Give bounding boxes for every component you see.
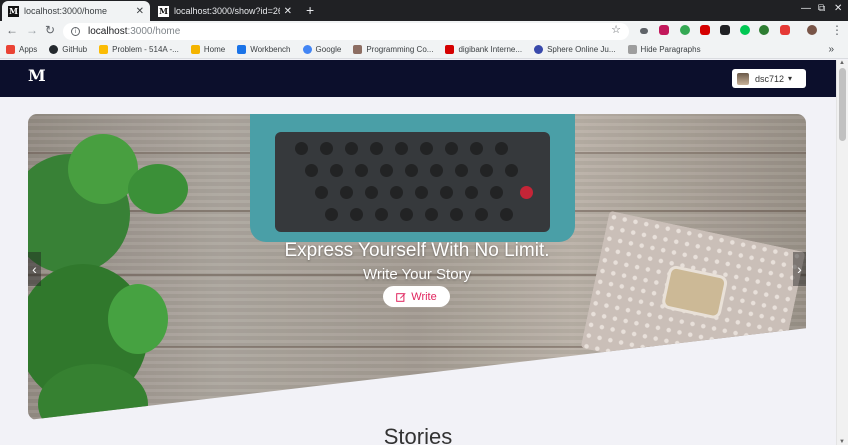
user-dropdown-button[interactable]: dsc712 ▾	[732, 69, 806, 88]
codeforces-icon	[99, 45, 109, 54]
avatar	[737, 72, 749, 85]
workbench-icon	[237, 45, 247, 54]
edit-icon	[396, 292, 406, 302]
apps-grid-icon	[6, 45, 15, 54]
bookmark-label: Programming Co...	[366, 45, 434, 54]
carousel-prev-button[interactable]: ‹	[28, 252, 41, 286]
write-label: Write	[411, 290, 437, 303]
profile-avatar-icon[interactable]	[807, 25, 817, 35]
close-tab-icon[interactable]: ✕	[136, 6, 144, 17]
address-bar[interactable]: i localhost:3000/home ☆	[63, 23, 629, 40]
bookmark-label: Hide Paragraphs	[640, 45, 701, 54]
bookmark-label: digibank Interne...	[458, 45, 523, 54]
extension-icon[interactable]	[740, 25, 750, 35]
bookmark-star-icon[interactable]: ☆	[611, 23, 621, 36]
bookmarks-bar: Apps GitHub Problem - 514A -... Home Wor…	[0, 41, 848, 59]
brand-logo[interactable]: M	[28, 66, 46, 85]
bookmark-label: Sphere Online Ju...	[547, 45, 616, 54]
extension-icon[interactable]	[759, 25, 769, 35]
folder-icon	[190, 45, 200, 54]
extension-icon[interactable]	[680, 25, 690, 35]
tab-title: localhost:3000/show?id=26	[174, 6, 280, 16]
menu-dots-icon[interactable]: ⋮	[831, 23, 843, 37]
bookmark-google[interactable]: Google	[302, 45, 342, 54]
medium-favicon-icon: M	[158, 5, 169, 17]
extension-icon[interactable]	[720, 25, 730, 35]
tab-home[interactable]: M localhost:3000/home ✕	[2, 1, 150, 21]
extension-icon[interactable]	[640, 28, 648, 34]
bookmark-programming[interactable]: Programming Co...	[353, 45, 433, 54]
google-icon	[302, 45, 312, 54]
extension-icon[interactable]	[780, 25, 790, 35]
stories-heading: Stories	[383, 424, 453, 445]
forward-arrow-icon[interactable]: →	[26, 23, 38, 37]
bookmark-label: Google	[315, 45, 342, 54]
extension-icon[interactable]	[659, 25, 669, 35]
bookmark-label: Problem - 514A -...	[112, 45, 179, 54]
sphere-icon	[534, 45, 544, 54]
bookmark-workbench[interactable]: Workbench	[237, 45, 291, 54]
medium-favicon-icon: M	[8, 5, 19, 17]
close-window-icon[interactable]: ✕	[834, 3, 842, 14]
reload-icon[interactable]: ↻	[45, 23, 55, 37]
bookmark-home[interactable]: Home	[190, 45, 226, 54]
bookmark-sphere[interactable]: Sphere Online Ju...	[534, 45, 616, 54]
page-icon	[627, 45, 637, 54]
bookmark-apps[interactable]: Apps	[6, 45, 37, 54]
github-icon	[49, 45, 59, 54]
bookmark-problem[interactable]: Problem - 514A -...	[99, 45, 179, 54]
tab-strip: M localhost:3000/home ✕ M localhost:3000…	[0, 0, 848, 21]
hero-carousel: Express Yourself With No Limit. Write Yo…	[28, 114, 806, 420]
hero-subtitle: Write Your Story	[362, 266, 472, 283]
restore-icon[interactable]: ⧉	[818, 3, 825, 14]
back-arrow-icon[interactable]: ←	[6, 23, 18, 37]
new-tab-button[interactable]: +	[306, 2, 314, 18]
bookmark-hide-paragraphs[interactable]: Hide Paragraphs	[627, 45, 701, 54]
bookmark-github[interactable]: GitHub	[49, 45, 87, 54]
tab-show[interactable]: M localhost:3000/show?id=26 ✕	[152, 1, 298, 21]
extension-icon[interactable]	[700, 25, 710, 35]
carousel-next-button[interactable]: ›	[793, 252, 806, 286]
code-icon	[353, 45, 363, 54]
site-navbar: M dsc712 ▾	[0, 60, 836, 97]
bookmark-label: Home	[203, 45, 226, 54]
scroll-down-icon[interactable]: ▼	[839, 439, 845, 445]
url-host: localhost	[88, 26, 128, 37]
page-scrollbar[interactable]: ▲ ▼	[836, 60, 848, 445]
chevron-down-icon: ▾	[788, 74, 793, 83]
scroll-up-icon[interactable]: ▲	[839, 60, 845, 66]
bookmark-label: Apps	[19, 45, 38, 54]
tab-title: localhost:3000/home	[24, 6, 108, 16]
url-path: :3000/home	[127, 26, 181, 37]
bookmark-label: Workbench	[250, 45, 291, 54]
web-page: M dsc712 ▾ Express Yourself With No Limi…	[0, 60, 836, 445]
close-tab-icon[interactable]: ✕	[284, 6, 292, 17]
bookmark-label: GitHub	[62, 45, 88, 54]
digibank-icon	[445, 45, 455, 54]
username: dsc712	[755, 73, 785, 84]
write-button[interactable]: Write	[383, 286, 450, 307]
bookmark-digibank[interactable]: digibank Interne...	[445, 45, 522, 54]
scrollbar-thumb[interactable]	[839, 68, 846, 141]
minimize-icon[interactable]: —	[801, 3, 811, 14]
hero-title: Express Yourself With No Limit.	[284, 240, 550, 261]
more-bookmarks-icon[interactable]: »	[828, 44, 834, 55]
info-icon[interactable]: i	[71, 27, 80, 36]
